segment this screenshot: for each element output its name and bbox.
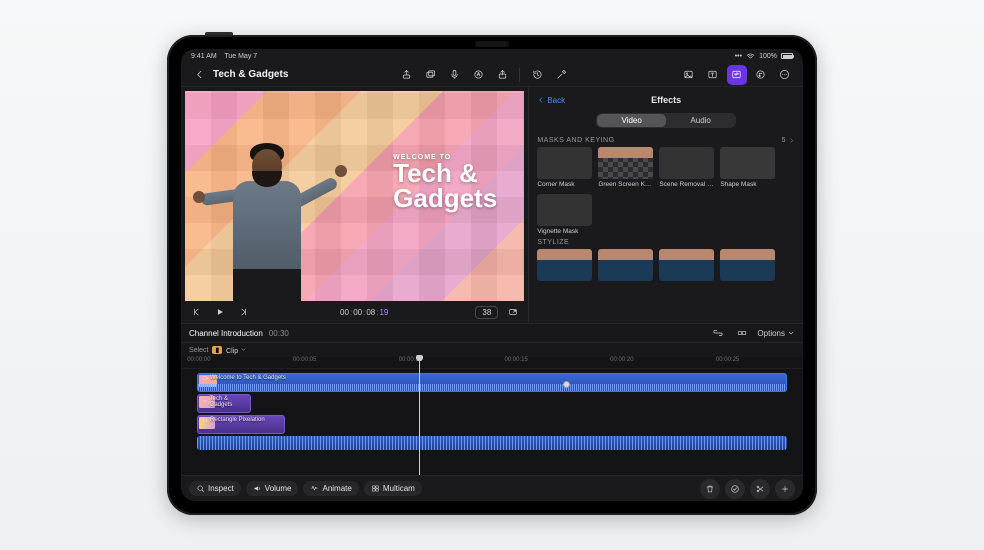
stylize-thumb-2[interactable] [598,249,653,281]
toolbar-separator [519,68,520,82]
stylize-thumb-4[interactable] [720,249,775,281]
effect-corner-mask[interactable]: Corner Mask [537,147,592,188]
preview-viewer[interactable]: WELCOME TO Tech & Gadgets [185,91,524,301]
animate-button[interactable]: Animate [303,481,358,496]
app-screen: 9:41 AM Tue May 7 ••• 100% Tech & Gadget… [181,49,803,501]
device-power-button [205,32,233,35]
play-button[interactable] [211,303,229,321]
status-time: 9:41 AM [191,53,217,60]
back-chevron-icon[interactable] [189,65,209,85]
timecode-display[interactable]: 00: 00: 08: 19 [340,308,388,317]
clip-title-techgadgets[interactable]: Tech & Gadgets [197,394,251,413]
more-icon[interactable] [775,65,795,85]
next-frame-button[interactable] [235,303,253,321]
presenter-figure [219,141,315,301]
battery-icon [781,53,793,59]
timeline-project-duration: 00:30 [269,329,289,338]
add-button[interactable] [775,479,795,499]
prev-frame-button[interactable] [187,303,205,321]
link-clips-icon[interactable] [709,324,727,342]
effect-vignette-mask[interactable]: Vignette Mask [537,194,592,235]
trash-button[interactable] [700,479,720,499]
timeline-options[interactable]: Options [757,329,795,338]
effects-icon[interactable] [727,65,747,85]
status-bar: 9:41 AM Tue May 7 ••• 100% [181,49,803,63]
volume-button[interactable]: Volume [246,481,299,496]
select-label: Select [189,347,208,354]
project-info-bar: Channel Introduction 00:30 Options [181,323,803,343]
stylize-thumb-3[interactable] [659,249,714,281]
overlay-title-line1: Tech & [393,161,497,186]
selection-row: Select ▮ Clip [181,343,803,357]
titles-icon[interactable] [703,65,723,85]
effect-shape-mask[interactable]: Shape Mask [720,147,775,188]
time-ruler[interactable]: 00:00:00 00:00:05 00:00:10 00:00:15 00:0… [181,357,803,369]
effects-back-button[interactable]: Back [537,96,565,105]
effect-scene-removal-mask[interactable]: Scene Removal Mask [659,147,714,188]
stylize-thumb-1[interactable] [537,249,592,281]
audio-library-icon[interactable] [751,65,771,85]
tools-icon[interactable] [551,65,571,85]
stylize-thumb-row [537,249,795,281]
media-library-icon[interactable] [420,65,440,85]
enable-clip-button[interactable] [725,479,745,499]
picture-icon[interactable] [679,65,699,85]
masks-thumb-row: Corner Mask Green Screen Keyer Scene Rem… [537,147,795,235]
timeline[interactable]: 00:00:00 00:00:05 00:00:10 00:00:15 00:0… [181,357,803,475]
track-title-1[interactable]: Tech & Gadgets [189,394,795,413]
multicam-button[interactable]: Multicam [364,481,422,496]
clip-main-video[interactable]: Welcome to Tech & Gadgets [197,373,787,392]
export-icon[interactable] [396,65,416,85]
inspect-button[interactable]: Inspect [189,481,241,496]
bottom-toolbar: Inspect Volume Animate Multicam [181,475,803,501]
effects-tab-video[interactable]: Video [597,114,666,127]
wifi-icon [746,52,755,61]
effects-tab-audio[interactable]: Audio [666,114,735,127]
split-clip-button[interactable] [750,479,770,499]
section-masks-label: MASKS AND KEYING 5 [537,137,795,144]
fullscreen-button[interactable] [504,303,522,321]
status-date: Tue May 7 [224,53,257,60]
battery-pct: 100% [759,53,777,60]
zoom-level[interactable]: 38 [475,306,498,319]
history-icon[interactable] [527,65,547,85]
track-video-main[interactable]: Welcome to Tech & Gadgets [189,373,795,392]
top-toolbar: Tech & Gadgets [181,63,803,87]
timeline-project-name: Channel Introduction [189,329,263,338]
effect-green-screen-keyer[interactable]: Green Screen Keyer [598,147,653,188]
overlay-title-line2: Gadgets [393,186,497,211]
voiceover-mic-icon[interactable] [444,65,464,85]
clip-chip-icon: ▮ [212,346,222,354]
section-stylize-label: STYLIZE [537,239,795,246]
effects-back-label: Back [547,96,565,105]
clip-audio-track[interactable] [197,436,787,450]
effects-panel: Back Effects Video Audio MASKS AND KEYIN… [529,87,803,323]
effects-tab-switch[interactable]: Video Audio [596,113,736,128]
share-icon[interactable] [492,65,512,85]
effects-title: Effects [651,95,681,105]
clip-rectangle-pixelation[interactable]: Rectangle Pixelation [197,415,285,434]
device-camera [475,41,509,47]
snap-icon[interactable] [733,324,751,342]
ipad-frame: 9:41 AM Tue May 7 ••• 100% Tech & Gadget… [167,35,817,515]
track-title-2[interactable]: Rectangle Pixelation [189,415,795,434]
track-audio[interactable] [189,436,795,450]
dots-icon: ••• [735,53,742,60]
project-title: Tech & Gadgets [213,69,288,80]
selected-clip-type[interactable]: Clip [226,346,247,355]
text-styles-icon[interactable] [468,65,488,85]
transport-bar: 00: 00: 08: 19 38 [181,301,528,323]
